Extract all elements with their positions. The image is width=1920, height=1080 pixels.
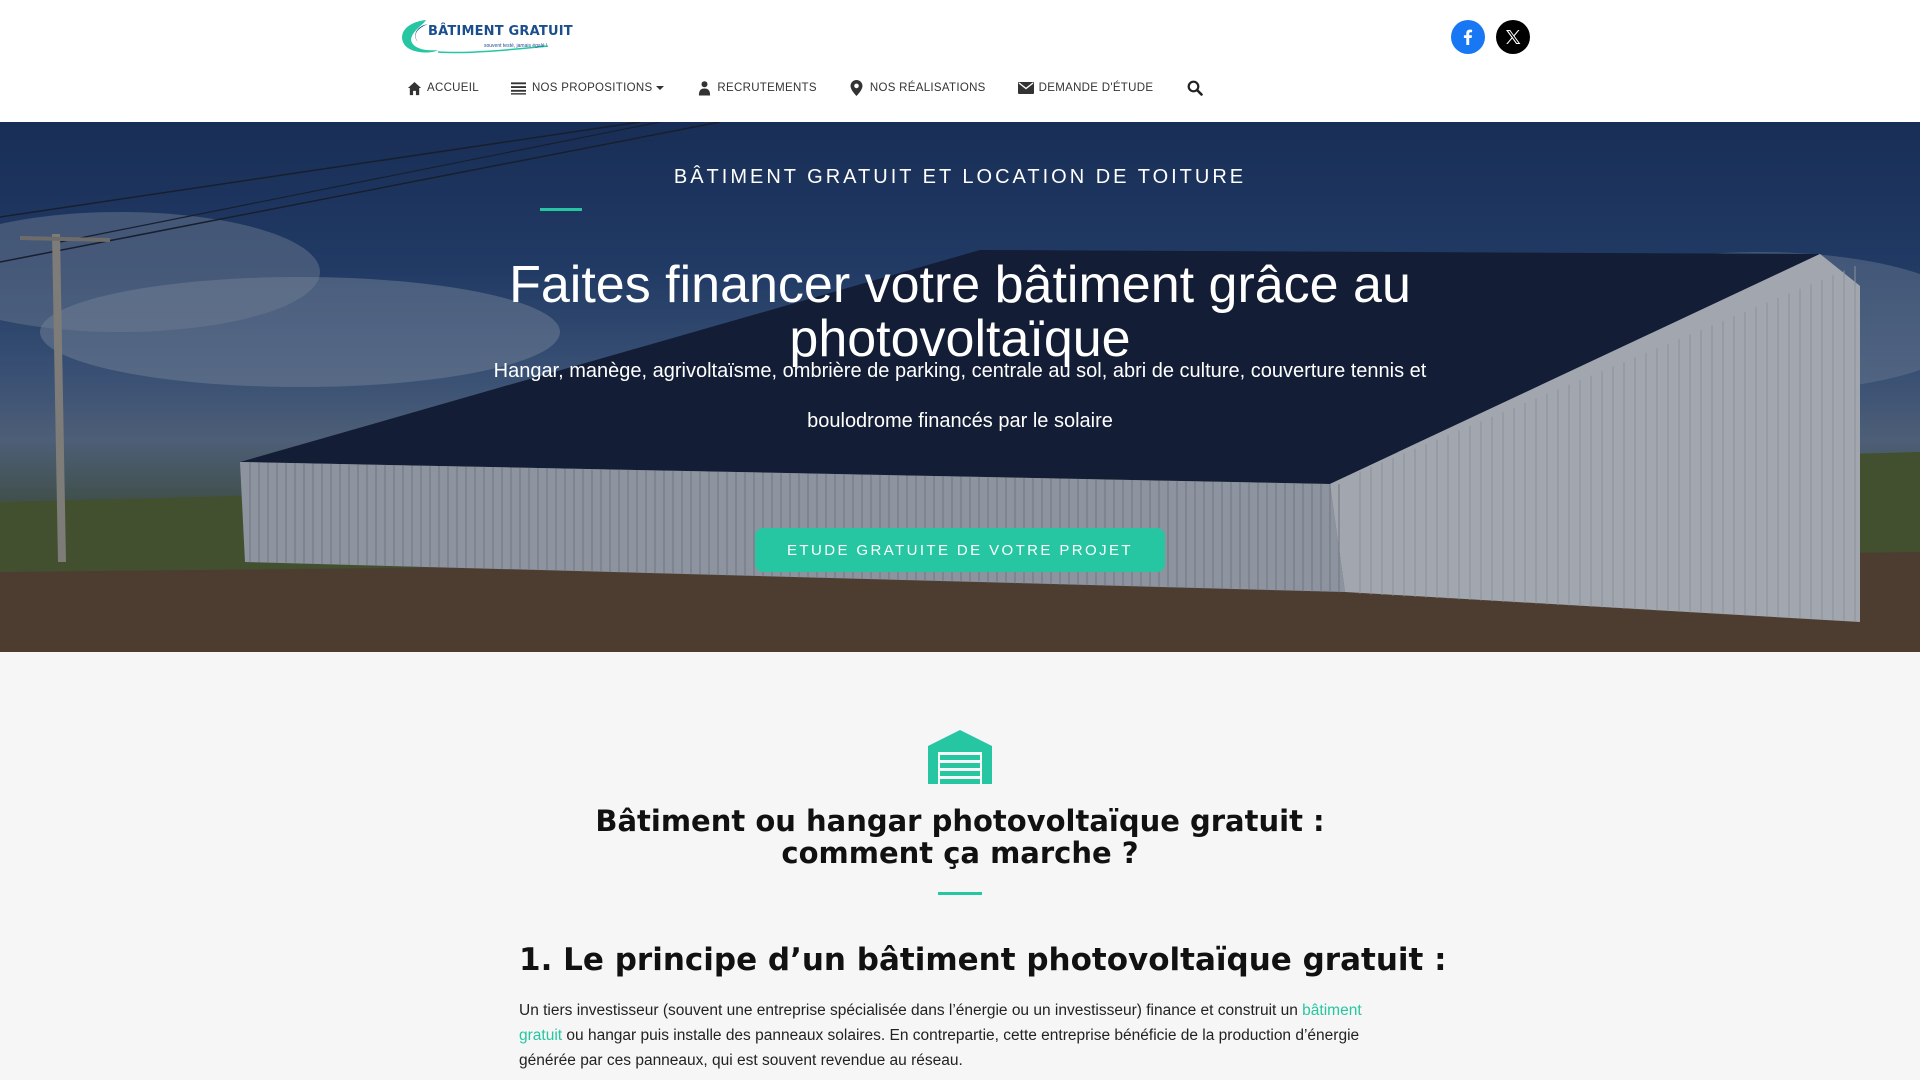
search-icon (1187, 80, 1204, 96)
search-button[interactable] (1187, 80, 1204, 96)
nav-item-accueil[interactable]: ACCUEIL (406, 80, 479, 96)
home-icon (406, 80, 422, 96)
nav-label: RECRUTEMENTS (717, 82, 817, 94)
mail-icon (1017, 80, 1034, 96)
main-nav: ACCUEIL NOS PROPOSITIONS RECRUTEMENTS NO… (406, 76, 1204, 100)
nav-label: ACCUEIL (427, 82, 479, 94)
x-icon (1506, 30, 1521, 44)
facebook-button[interactable] (1451, 20, 1485, 54)
principle-paragraph: Un tiers investisseur (souvent une entre… (519, 998, 1399, 1073)
nav-item-demande-etude[interactable]: DEMANDE D'ÉTUDE (1017, 80, 1154, 96)
hero-kicker: BÂTIMENT GRATUIT ET LOCATION DE TOITURE (673, 166, 1247, 188)
free-study-cta-button[interactable]: ETUDE GRATUITE DE VOTRE PROJET (755, 528, 1165, 572)
nav-item-nos-realisations[interactable]: NOS RÉALISATIONS (849, 80, 986, 96)
paragraph-text: ou hangar puis installe des panneaux sol… (519, 1027, 1360, 1069)
list-icon (511, 80, 527, 96)
site-header: BÂTIMENT GRATUIT souvent testé, jamais é… (0, 0, 1920, 122)
nav-label: DEMANDE D'ÉTUDE (1038, 82, 1154, 94)
paragraph-text: Un tiers investisseur (souvent une entre… (519, 1002, 1303, 1019)
facebook-icon (1463, 29, 1473, 45)
garage-icon (928, 730, 992, 784)
map-pin-icon (849, 80, 865, 96)
x-button[interactable] (1496, 20, 1530, 54)
nav-label: NOS RÉALISATIONS (869, 82, 986, 94)
hero-banner: BÂTIMENT GRATUIT ET LOCATION DE TOITURE … (0, 122, 1920, 652)
hero-divider (540, 208, 582, 211)
nav-item-recrutements[interactable]: RECRUTEMENTS (696, 80, 817, 96)
nav-item-nos-propositions[interactable]: NOS PROPOSITIONS (511, 80, 665, 96)
logo-tagline: souvent testé, jamais égalé ! (484, 43, 548, 49)
nav-label: NOS PROPOSITIONS (531, 82, 653, 94)
section-title: Bâtiment ou hangar photovoltaïque gratui… (595, 804, 1325, 870)
section-divider (938, 892, 982, 895)
main-content: Bâtiment ou hangar photovoltaïque gratui… (0, 652, 1920, 1080)
principle-heading: 1. Le principe d’un bâtiment photovoltaï… (519, 942, 1447, 978)
user-icon (696, 80, 712, 96)
chevron-down-icon (656, 86, 665, 90)
logo-title: BÂTIMENT GRATUIT (428, 24, 573, 39)
hero-subtitle: Hangar, manège, agrivoltaïsme, ombrière … (493, 360, 1427, 432)
site-logo[interactable]: BÂTIMENT GRATUIT souvent testé, jamais é… (398, 14, 573, 58)
